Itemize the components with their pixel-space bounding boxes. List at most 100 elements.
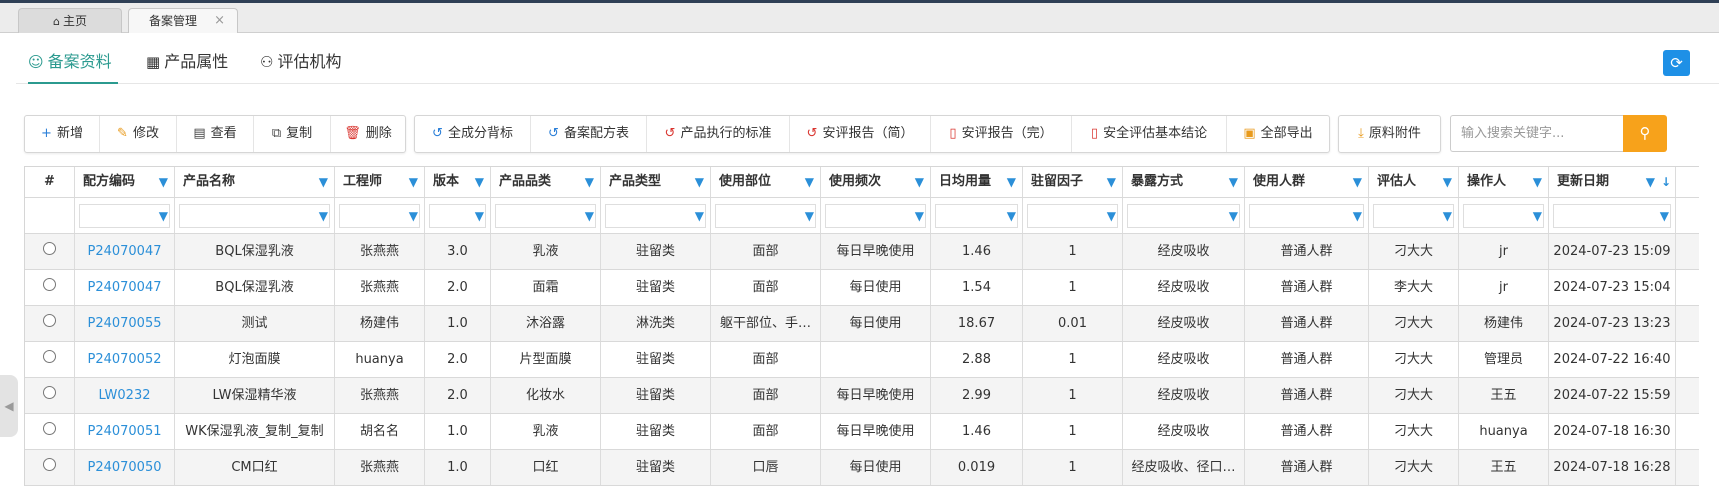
column-filter-input[interactable] [179, 204, 330, 228]
table-row[interactable]: P24070051 WK保湿乳液_复制_复制 胡名名 1.0 乳液 驻留类 面部 每日早晚使用… [25, 414, 1699, 450]
filter-icon[interactable]: ▼ [475, 167, 484, 197]
column-header-retention-factor[interactable]: 驻留因子 ▼ [1023, 167, 1123, 197]
column-header-exposure-route[interactable]: 暴露方式 ▼ [1123, 167, 1245, 197]
filter-icon[interactable]: ▼ [159, 167, 168, 197]
filter-icon[interactable]: ▼ [915, 198, 924, 233]
row-select-radio[interactable] [43, 242, 56, 255]
edit-button[interactable]: ✎ 修改 [100, 116, 177, 152]
filter-icon[interactable]: ▼ [409, 167, 418, 197]
filter-icon[interactable]: ▼ [805, 167, 814, 197]
table-row[interactable]: P24070052 灯泡面膜 huanya 2.0 片型面膜 驻留类 面部 2.88 1 经皮吸收… [25, 342, 1699, 378]
filter-icon[interactable]: ▼ [915, 167, 924, 197]
formula-code-link[interactable]: P24070051 [87, 424, 161, 439]
column-filter-input[interactable] [79, 204, 170, 228]
raw-material-attachment-button[interactable]: ⤓ 原料附件 [1339, 116, 1440, 152]
filter-icon[interactable]: ▼ [585, 198, 594, 233]
column-filter-input[interactable] [825, 204, 926, 228]
table-row[interactable]: P24070050 CM口红 张燕燕 1.0 口红 驻留类 口唇 每日使用 0.019 1 经皮吸收… [25, 450, 1699, 486]
column-header-product-name[interactable]: 产品名称 ▼ [175, 167, 335, 197]
close-icon[interactable]: × [214, 9, 225, 33]
column-header-select[interactable]: # [25, 167, 75, 197]
column-header-formula-code[interactable]: 配方编码 ▼ [75, 167, 175, 197]
side-collapse-handle[interactable]: ◀ [0, 375, 18, 437]
filter-icon[interactable]: ▼ [1107, 167, 1116, 197]
delete-button[interactable]: 🗑 删除 [331, 116, 405, 152]
filter-icon[interactable]: ▼ [805, 198, 814, 233]
row-select-radio[interactable] [43, 314, 56, 327]
filter-icon[interactable]: ▼ [475, 198, 484, 233]
subtab-evaluation-agency[interactable]: ⚇ 评估机构 [260, 48, 350, 84]
column-filter-input[interactable] [1127, 204, 1240, 228]
filter-icon[interactable]: ▼ [1229, 198, 1238, 233]
column-filter-input[interactable] [715, 204, 816, 228]
full-ingredient-label-button[interactable]: ↺ 全成分背标 [415, 116, 531, 152]
formula-code-link[interactable]: P24070055 [87, 316, 161, 331]
filter-icon[interactable]: ▼ [1533, 198, 1542, 233]
table-row[interactable]: P24070047 BQL保湿乳液 张燕燕 2.0 面霜 驻留类 面部 每日使用 1.54 1 经皮… [25, 270, 1699, 306]
column-header-engineer[interactable]: 工程师 ▼ [335, 167, 425, 197]
column-filter-input[interactable] [495, 204, 596, 228]
column-header-user-group[interactable]: 使用人群 ▼ [1245, 167, 1369, 197]
filter-icon[interactable]: ▼ [695, 198, 704, 233]
column-header-usage-frequency[interactable]: 使用频次 ▼ [821, 167, 931, 197]
safety-report-full-button[interactable]: ▯ 安评报告（完） [931, 116, 1072, 152]
filter-icon[interactable]: ▼ [1443, 198, 1452, 233]
product-standard-button[interactable]: ↺ 产品执行的标准 [647, 116, 790, 152]
table-row[interactable]: P24070047 BQL保湿乳液 张燕燕 3.0 乳液 驻留类 面部 每日早晚使用 1.46 1… [25, 234, 1699, 270]
column-header-operator[interactable]: 操作人 ▼ [1459, 167, 1549, 197]
filter-icon[interactable]: ▼ [1646, 167, 1655, 197]
column-filter-input[interactable] [1553, 204, 1671, 228]
sort-desc-icon[interactable]: ↓ [1661, 167, 1671, 197]
formula-code-link[interactable]: P24070050 [87, 460, 161, 475]
filter-icon[interactable]: ▼ [1660, 198, 1669, 233]
column-header-product-type[interactable]: 产品类型 ▼ [601, 167, 711, 197]
view-button[interactable]: ▤ 查看 [177, 116, 254, 152]
formula-code-link[interactable]: P24070052 [87, 352, 161, 367]
filter-icon[interactable]: ▼ [1353, 167, 1362, 197]
filter-icon[interactable]: ▼ [585, 167, 594, 197]
column-header-update-date[interactable]: 更新日期 ▼ ↓ [1549, 167, 1676, 197]
row-select-radio[interactable] [43, 278, 56, 291]
filter-icon[interactable]: ▼ [1443, 167, 1452, 197]
filter-icon[interactable]: ▼ [1107, 198, 1116, 233]
filter-icon[interactable]: ▼ [1353, 198, 1362, 233]
filing-formula-button[interactable]: ↺ 备案配方表 [531, 116, 647, 152]
tab-home[interactable]: ⌂ 主页 [18, 8, 122, 33]
row-select-radio[interactable] [43, 350, 56, 363]
row-select-radio[interactable] [43, 458, 56, 471]
formula-code-link[interactable]: P24070047 [87, 280, 161, 295]
subtab-product-attributes[interactable]: ▦ 产品属性 [146, 48, 236, 84]
column-filter-input[interactable] [605, 204, 706, 228]
filter-icon[interactable]: ▼ [319, 198, 328, 233]
safety-report-brief-button[interactable]: ↺ 安评报告（简） [790, 116, 931, 152]
column-filter-input[interactable] [1027, 204, 1118, 228]
refresh-button[interactable]: ⟳ [1663, 50, 1690, 76]
copy-button[interactable]: ⧉ 复制 [254, 116, 331, 152]
filter-icon[interactable]: ▼ [1229, 167, 1238, 197]
safety-conclusion-button[interactable]: ▯ 安全评估基本结论 [1072, 116, 1227, 152]
export-all-button[interactable]: ▣ 全部导出 [1227, 116, 1329, 152]
column-filter-input[interactable] [935, 204, 1018, 228]
subtab-filing-data[interactable]: ☺ 备案资料 [28, 48, 118, 84]
formula-code-link[interactable]: P24070047 [87, 244, 161, 259]
column-header-version[interactable]: 版本 ▼ [425, 167, 491, 197]
search-button[interactable]: ⚲ [1623, 115, 1667, 152]
filter-icon[interactable]: ▼ [1007, 198, 1016, 233]
column-header-usage-area[interactable]: 使用部位 ▼ [711, 167, 821, 197]
formula-code-link[interactable]: LW0232 [99, 388, 151, 403]
column-filter-input[interactable] [1249, 204, 1364, 228]
row-select-radio[interactable] [43, 386, 56, 399]
column-header-product-category[interactable]: 产品品类 ▼ [491, 167, 601, 197]
filter-icon[interactable]: ▼ [1007, 167, 1016, 197]
column-header-daily-amount[interactable]: 日均用量 ▼ [931, 167, 1023, 197]
filter-icon[interactable]: ▼ [1533, 167, 1542, 197]
filter-icon[interactable]: ▼ [319, 167, 328, 197]
add-button[interactable]: + 新增 [25, 116, 100, 152]
search-input[interactable]: 输入搜索关键字... [1450, 115, 1623, 152]
filter-icon[interactable]: ▼ [159, 198, 168, 233]
filter-icon[interactable]: ▼ [409, 198, 418, 233]
table-row[interactable]: P24070055 测试 杨建伟 1.0 沐浴露 淋洗类 躯干部位、手… 每日使用 18.67 0… [25, 306, 1699, 342]
column-header-evaluator[interactable]: 评估人 ▼ [1369, 167, 1459, 197]
row-select-radio[interactable] [43, 422, 56, 435]
table-row[interactable]: LW0232 LW保湿精华液 张燕燕 2.0 化妆水 驻留类 面部 每日早晚使用 2.99 1 经皮… [25, 378, 1699, 414]
